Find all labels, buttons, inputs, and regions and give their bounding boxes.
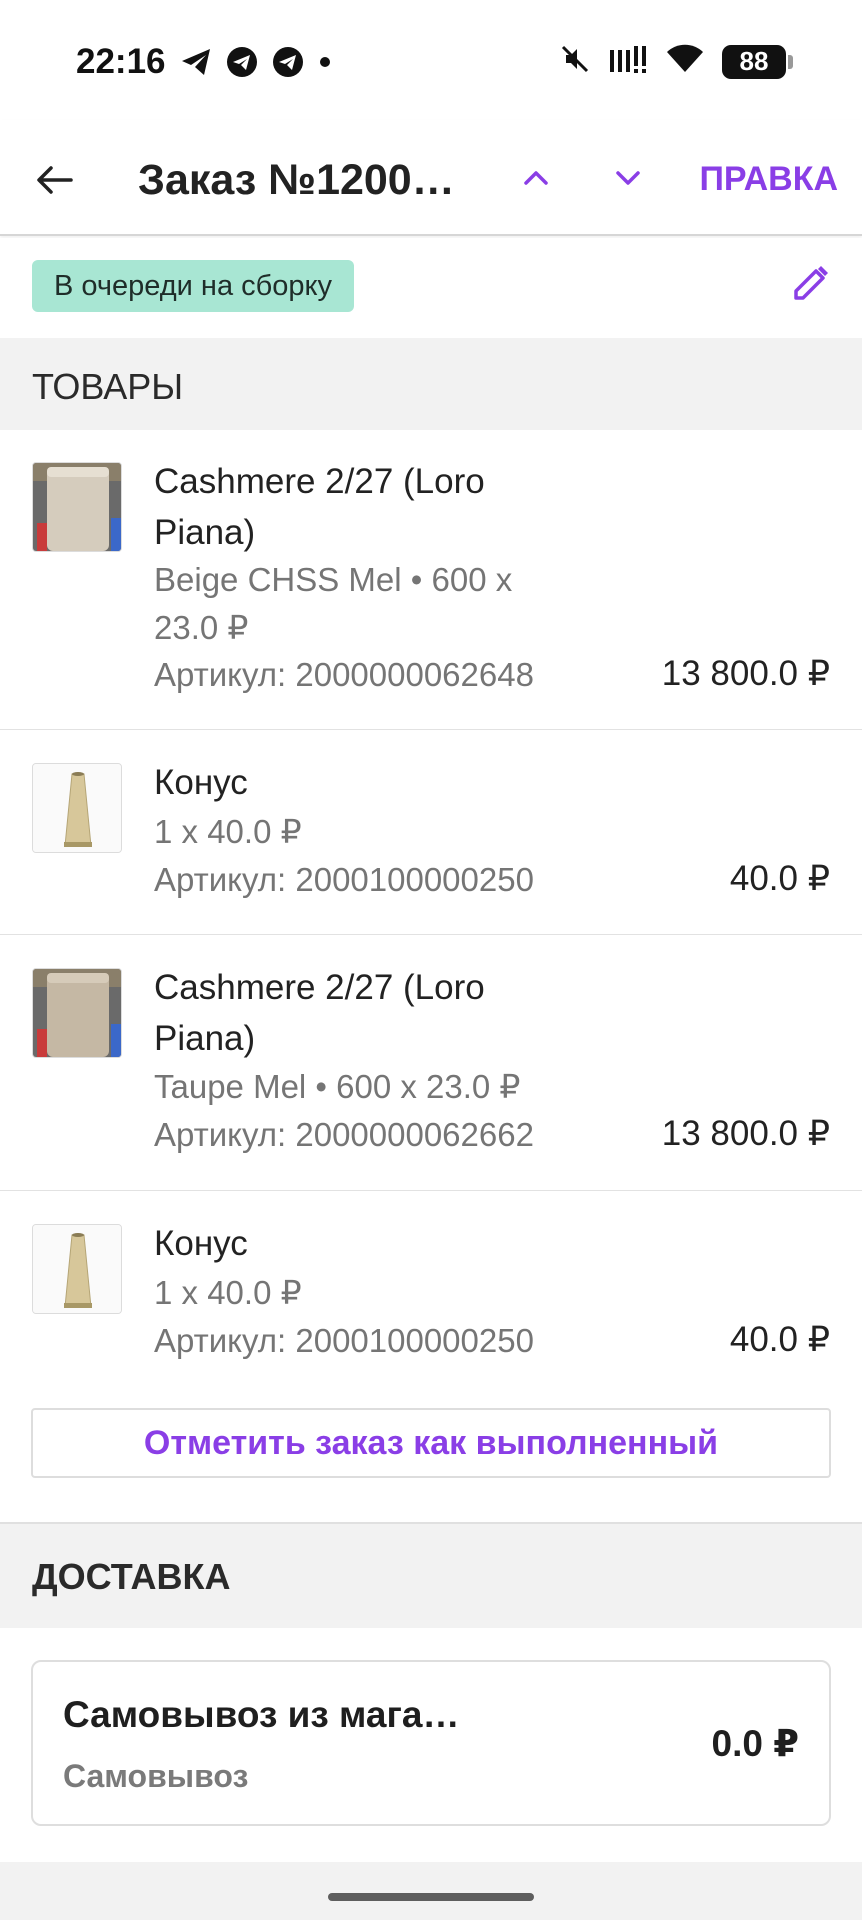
goods-header-label: ТОВАРЫ — [32, 366, 184, 407]
delivery-subtitle: Самовывоз — [63, 1758, 249, 1794]
arrow-left-icon — [35, 164, 73, 201]
order-status-row: В очереди на сборку — [0, 238, 862, 338]
telegram-circle-icon — [272, 46, 304, 78]
item-sku: Артикул: 2000000062662 — [154, 1116, 534, 1153]
list-item[interactable]: Конус 1 x 40.0 ₽ Артикул: 2000100000250 … — [0, 1192, 862, 1388]
list-item[interactable]: Конус 1 x 40.0 ₽ Артикул: 2000100000250 … — [0, 731, 862, 935]
yarn-cone-taupe-image — [32, 968, 122, 1058]
page-title: Заказ №1200… — [138, 156, 455, 204]
signal-icon — [608, 44, 648, 79]
bottom-section-strip — [0, 1862, 862, 1920]
previous-order-button[interactable] — [516, 158, 556, 202]
item-name: Конус — [154, 763, 248, 802]
dot-icon — [318, 55, 332, 69]
edit-order-button[interactable]: ПРАВКА — [699, 160, 838, 199]
telegram-plane-icon — [180, 47, 212, 77]
status-time: 22:16 — [76, 42, 166, 81]
item-price: 40.0 ₽ — [729, 1320, 830, 1359]
paper-cone-image — [32, 763, 122, 853]
item-detail: Taupe Mel • 600 x 23.0 ₽ — [154, 1068, 521, 1105]
item-price: 40.0 ₽ — [729, 859, 830, 898]
back-button[interactable] — [30, 158, 78, 206]
delivery-header-label: ДОСТАВКА — [32, 1556, 231, 1597]
next-order-button[interactable] — [608, 158, 648, 202]
system-icons: 88 — [560, 44, 793, 79]
item-sku: Артикул: 2000000062648 — [154, 656, 534, 693]
telegram-circle-icon — [226, 46, 258, 78]
mark-order-complete-button[interactable]: Отметить заказ как выполненный — [31, 1408, 831, 1478]
item-name: Cashmere 2/27 (Loro Piana) — [154, 462, 485, 552]
item-detail: Beige CHSS Mel • 600 x 23.0 ₽ — [154, 561, 513, 646]
battery-icon: 88 — [722, 44, 793, 79]
delivery-section-header: ДОСТАВКА — [0, 1522, 862, 1628]
delivery-title: Самовывоз из мага… — [63, 1694, 460, 1735]
chevron-up-icon — [523, 170, 549, 191]
gesture-navigation-bar[interactable] — [328, 1893, 534, 1901]
delivery-price: 0.0 ₽ — [711, 1723, 799, 1764]
goods-section-header: ТОВАРЫ — [0, 338, 862, 430]
item-name: Cashmere 2/27 (Loro Piana) — [154, 968, 485, 1058]
item-price: 13 800.0 ₽ — [661, 1114, 830, 1153]
mute-icon — [560, 44, 590, 79]
paper-cone-image — [32, 1224, 122, 1314]
item-price: 13 800.0 ₽ — [661, 654, 830, 693]
wifi-icon — [666, 44, 704, 79]
notification-icons — [180, 46, 332, 78]
item-detail: 1 x 40.0 ₽ — [154, 1274, 302, 1311]
item-sku: Артикул: 2000100000250 — [154, 1322, 534, 1359]
edit-status-button[interactable] — [788, 264, 832, 308]
list-item[interactable]: Cashmere 2/27 (Loro Piana) Beige CHSS Me… — [0, 430, 862, 730]
yarn-cone-beige-image — [32, 462, 122, 552]
app-bar: Заказ №1200… ПРАВКА — [0, 120, 862, 236]
chevron-down-icon — [615, 170, 641, 191]
item-name: Конус — [154, 1224, 248, 1263]
status-bar: 22:16 88 — [0, 0, 862, 120]
delivery-method-card[interactable]: Самовывоз из мага… Самовывоз 0.0 ₽ — [31, 1660, 831, 1826]
item-sku: Артикул: 2000100000250 — [154, 861, 534, 898]
pencil-icon — [790, 264, 830, 309]
item-detail: 1 x 40.0 ₽ — [154, 813, 302, 850]
list-item[interactable]: Cashmere 2/27 (Loro Piana) Taupe Mel • 6… — [0, 936, 862, 1191]
status-badge: В очереди на сборку — [32, 260, 355, 312]
